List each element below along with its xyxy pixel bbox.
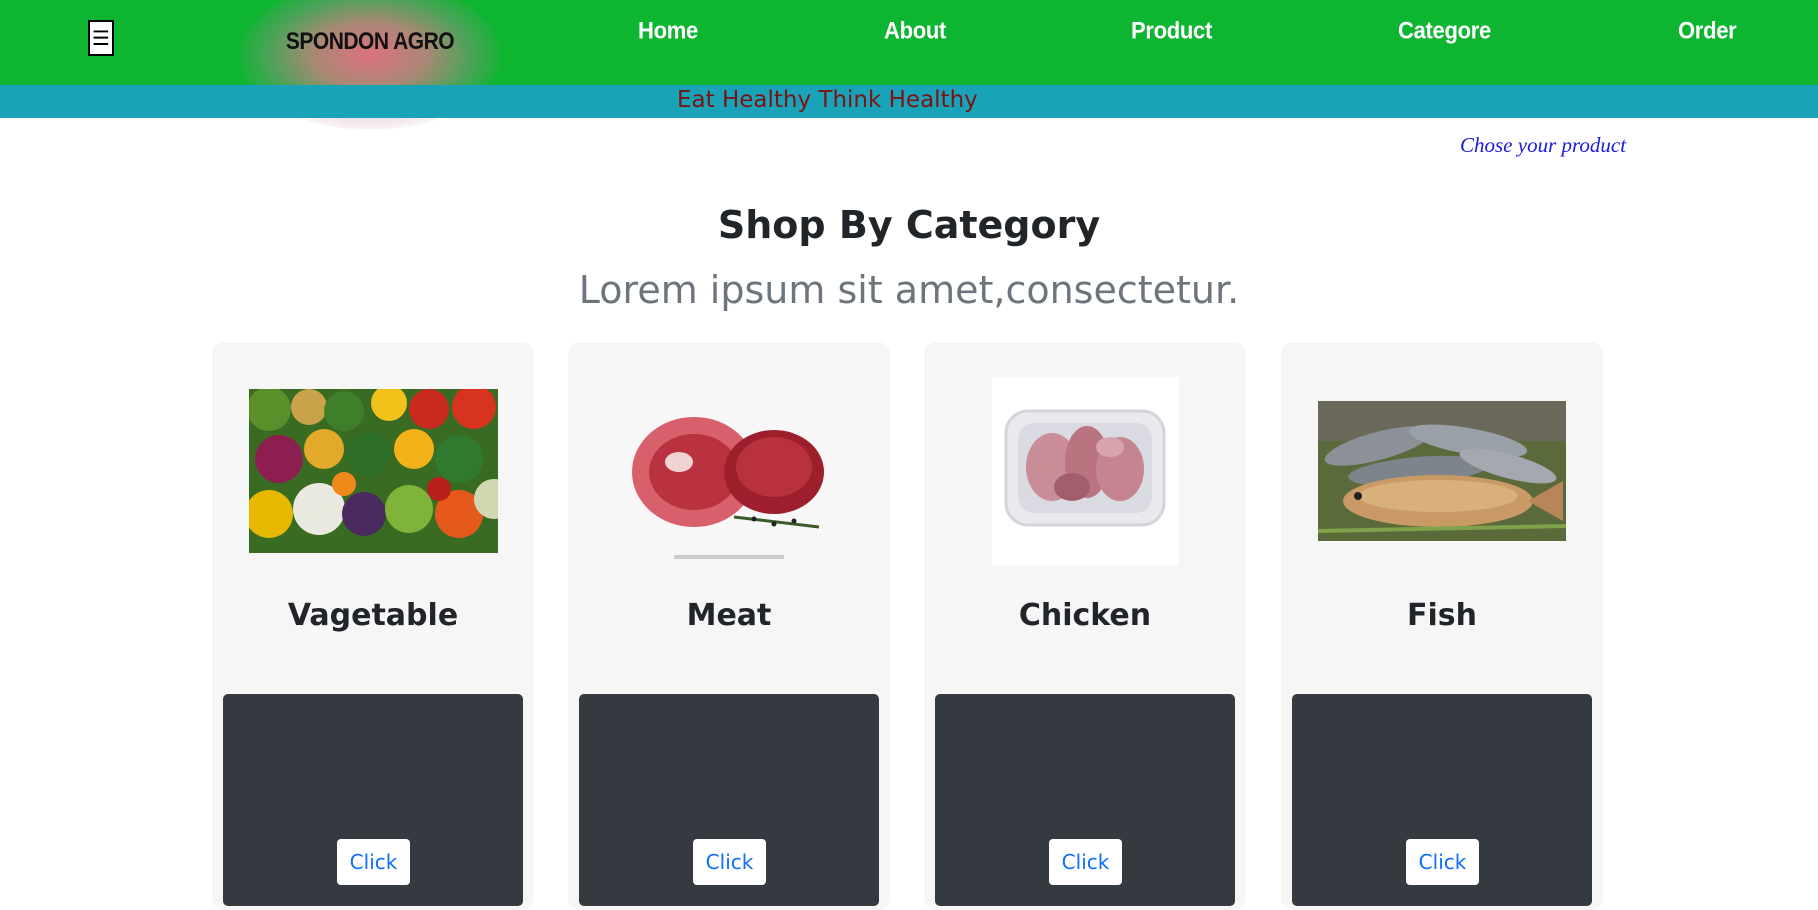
chicken-image <box>992 377 1179 565</box>
card-footer: Click <box>223 694 523 906</box>
chose-product-link[interactable]: Chose your product <box>1460 133 1626 158</box>
nav-home[interactable]: Home <box>638 15 698 48</box>
nav-order[interactable]: Order <box>1678 15 1737 48</box>
tagline: Eat Healthy Think Healthy <box>677 87 978 113</box>
nav-about[interactable]: About <box>884 15 946 48</box>
vegetables-image <box>249 389 498 553</box>
nav-product[interactable]: Product <box>1131 15 1212 48</box>
category-card-chicken: Chicken Click <box>924 342 1246 910</box>
click-button[interactable]: Click <box>337 839 410 885</box>
fish-image <box>1318 401 1566 541</box>
brand-logo[interactable]: SPONDON AGRO <box>240 28 500 56</box>
section-title: Shop By Category <box>717 203 1101 247</box>
click-button[interactable]: Click <box>1406 839 1479 885</box>
category-card-fish: Fish Click <box>1281 342 1603 910</box>
card-title: Chicken <box>1018 598 1152 633</box>
click-button[interactable]: Click <box>693 839 766 885</box>
menu-toggle-icon[interactable]: ☰ <box>88 20 114 56</box>
category-card-meat: Meat Click <box>568 342 890 910</box>
card-title: Vagetable <box>287 598 459 633</box>
card-footer: Click <box>579 694 879 906</box>
card-footer: Click <box>1292 694 1592 906</box>
section-subtitle: Lorem ipsum sit amet,consectetur. <box>578 268 1240 312</box>
meat-image <box>624 377 832 565</box>
nav-categore[interactable]: Categore <box>1398 15 1491 48</box>
category-card-vegetable: Vagetable Click <box>212 342 534 910</box>
card-title: Meat <box>686 598 772 633</box>
card-title: Fish <box>1407 598 1477 633</box>
card-footer: Click <box>935 694 1235 906</box>
click-button[interactable]: Click <box>1049 839 1122 885</box>
